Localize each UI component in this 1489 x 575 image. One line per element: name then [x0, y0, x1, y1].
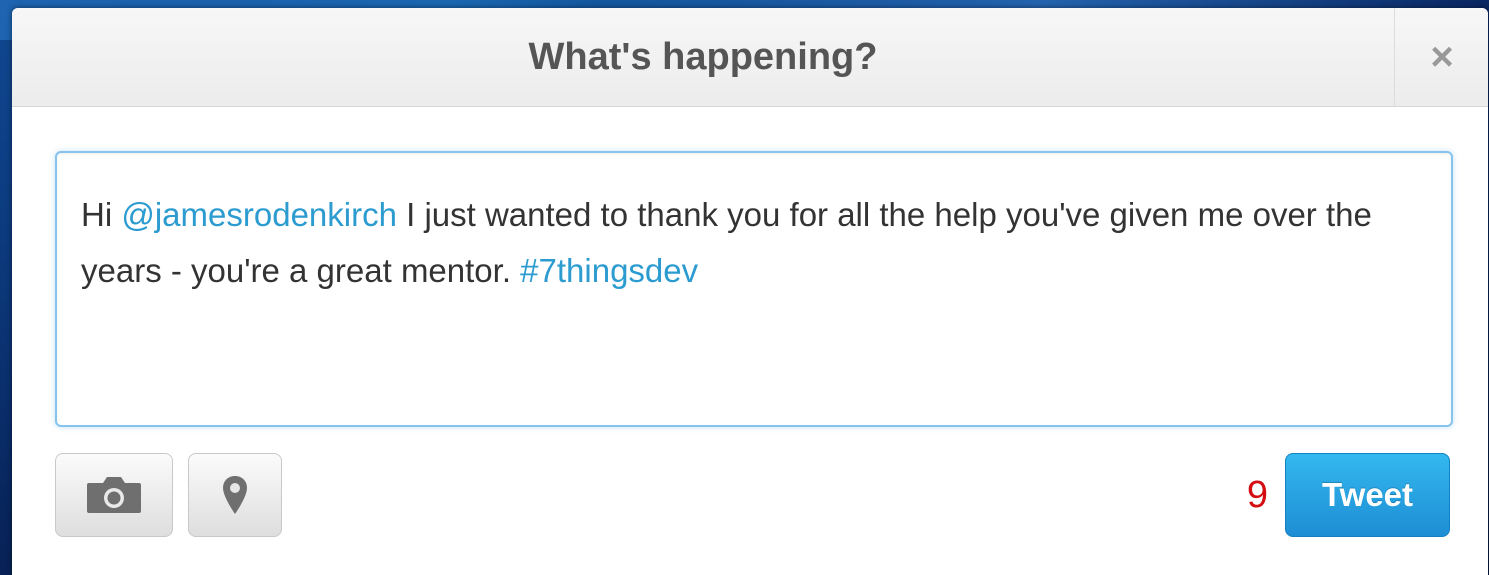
camera-icon: [87, 477, 141, 513]
character-count: 9: [1246, 474, 1268, 516]
dialog-title: What's happening?: [528, 36, 878, 78]
tweet-text-area[interactable]: Hi @jamesrodenkirch I just wanted to tha…: [55, 151, 1453, 427]
hashtag-link[interactable]: #7thingsdev: [520, 252, 698, 289]
close-icon: ×: [1430, 35, 1454, 79]
add-photo-button[interactable]: [55, 453, 173, 537]
map-pin-icon: [223, 476, 247, 514]
tweet-text-prefix: Hi: [81, 196, 122, 233]
tweet-dialog: What's happening? × Hi @jamesrodenkirch …: [12, 8, 1488, 575]
dialog-header: What's happening? ×: [12, 8, 1488, 107]
tweet-button[interactable]: Tweet: [1285, 453, 1450, 537]
add-location-button[interactable]: [188, 453, 282, 537]
mention-link[interactable]: @jamesrodenkirch: [121, 196, 397, 233]
close-button[interactable]: ×: [1394, 8, 1488, 106]
